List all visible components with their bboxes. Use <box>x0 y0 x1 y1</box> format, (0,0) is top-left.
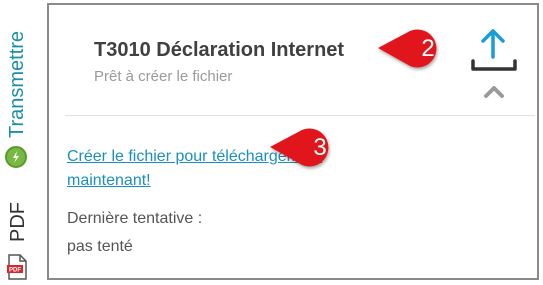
last-attempt-label: Dernière tentative : <box>67 210 203 227</box>
callout-2-number: 2 <box>421 35 434 62</box>
chevron-up-icon[interactable] <box>482 83 506 99</box>
callout-3: 3 <box>262 120 362 176</box>
transmit-icon <box>5 146 27 168</box>
divider <box>65 115 535 116</box>
card-status: Prêt à créer le fichier <box>94 68 233 85</box>
card-title: T3010 Déclaration Internet <box>94 39 345 61</box>
callout-2: 2 <box>370 22 470 78</box>
tab-pdf-label: PDF <box>7 202 29 242</box>
screen: Transmettre PDF PDF T3010 Déclaration In… <box>0 0 543 285</box>
vertical-tab-sidebar: Transmettre PDF PDF <box>0 0 36 285</box>
tab-transmettre-label: Transmettre <box>6 30 28 138</box>
svg-text:PDF: PDF <box>9 268 21 274</box>
tab-transmettre[interactable]: Transmettre <box>0 0 36 178</box>
pdf-icon: PDF <box>6 254 28 280</box>
tab-pdf[interactable]: PDF PDF <box>0 182 36 285</box>
upload-icon[interactable] <box>469 23 521 75</box>
callout-3-number: 3 <box>313 134 326 161</box>
last-attempt-value: pas tenté <box>67 238 133 255</box>
